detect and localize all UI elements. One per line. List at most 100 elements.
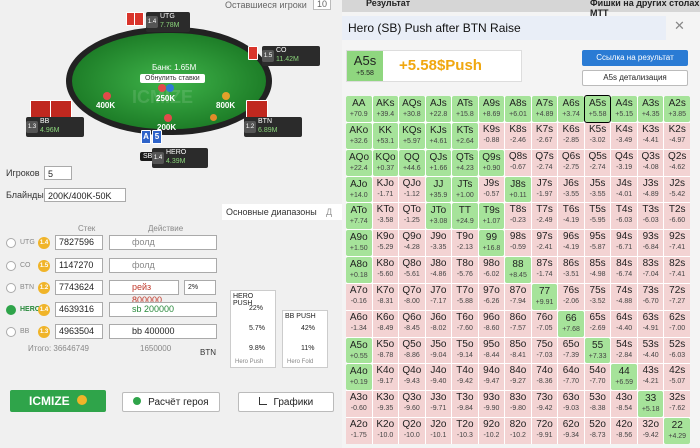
range-cell[interactable]: 76s -2.06 [558,283,584,310]
range-cell[interactable]: A2s +3.85 [664,96,690,122]
range-cell[interactable]: T6o -7.60 [452,310,478,337]
range-cell[interactable]: QTo -1.25 [399,203,425,230]
range-cell[interactable]: K2o -10.0 [372,418,399,444]
range-cell[interactable]: Q4o -9.43 [399,364,425,391]
range-cell[interactable]: T9o -2.13 [452,230,478,257]
btn-range-pct[interactable]: 2% [184,280,216,295]
range-cell[interactable]: JTo +3.08 [425,203,452,230]
range-cell[interactable]: K3o -9.35 [372,391,399,418]
range-cell[interactable]: T2s -6.60 [664,203,690,230]
range-cell[interactable]: T4s -6.03 [611,203,637,230]
range-cell[interactable]: K6o -8.49 [372,310,399,337]
range-cell[interactable]: 55 +7.33 [584,337,611,364]
range-cell[interactable]: T6s -4.19 [558,203,584,230]
player-stack-input[interactable]: 7743624 [55,280,103,295]
range-cell[interactable]: A4o +0.19 [346,364,372,391]
range-cell[interactable]: J3s -4.89 [637,176,664,203]
range-cell[interactable]: J5o -9.04 [425,337,452,364]
range-cell[interactable]: 98o -6.02 [478,257,505,283]
player-action-select[interactable]: фолд [109,235,217,250]
calc-hero-button[interactable]: Расчёт героя [122,392,220,412]
range-cell[interactable]: J4o -9.40 [425,364,452,391]
range-cell[interactable]: J2o -10.1 [425,418,452,444]
blinds-select[interactable]: 200K/400K-50K [44,188,126,202]
range-cell[interactable]: 97s -2.41 [531,230,558,257]
range-cell[interactable]: Q9o -4.28 [399,230,425,257]
range-cell[interactable]: ATs +15.8 [452,96,478,122]
range-cell[interactable]: K4o -9.17 [372,364,399,391]
player-action-select[interactable]: фолд [109,258,217,273]
range-cell[interactable]: QQ +44.6 [399,149,425,176]
range-cell[interactable]: T9s +1.07 [478,203,505,230]
range-cell[interactable]: TT +24.9 [452,203,478,230]
range-cell[interactable]: 54s -2.84 [611,337,637,364]
range-cell[interactable]: T7s -2.49 [531,203,558,230]
range-cell[interactable]: QJs +1.66 [425,149,452,176]
range-cell[interactable]: KK +53.1 [372,122,399,149]
player-radio[interactable] [6,305,16,315]
range-cell[interactable]: K8s -2.46 [505,122,531,149]
range-cell[interactable]: JTs +1.00 [452,176,478,203]
range-cell[interactable]: 84o -9.27 [505,364,531,391]
range-cell[interactable]: Q3s -4.08 [637,149,664,176]
range-cell[interactable]: A7o -0.16 [346,283,372,310]
reset-bets-button[interactable]: Обнулить ставки [140,74,205,83]
player-stack-input[interactable]: 1147270 [55,258,103,273]
range-cell[interactable]: J6s -3.55 [558,176,584,203]
range-cell[interactable]: J9s -0.57 [478,176,505,203]
range-cell[interactable]: A9s +8.69 [478,96,505,122]
range-cell[interactable]: 77 +9.91 [531,283,558,310]
result-link-button[interactable]: Ссылка на результат [582,50,688,66]
range-cell[interactable]: 44 +6.59 [611,364,637,391]
range-cell[interactable]: K7s -2.67 [531,122,558,149]
range-cell[interactable]: 65o -7.39 [558,337,584,364]
range-cell[interactable]: QTs +4.23 [452,149,478,176]
range-cell[interactable]: J4s -4.01 [611,176,637,203]
range-cell[interactable]: K5s -3.02 [584,122,611,149]
range-cell[interactable]: KTs +2.64 [452,122,478,149]
close-icon[interactable]: ✕ [674,18,685,34]
range-cell[interactable]: 83s -7.04 [637,257,664,283]
seat-btn[interactable]: 1.2 BTN 6.89M [244,117,302,137]
range-cell[interactable]: J9o -3.35 [425,230,452,257]
player-action-select[interactable]: bb 400000 [109,324,217,339]
range-cell[interactable]: 93o -9.90 [478,391,505,418]
range-cell[interactable]: Q7o -8.00 [399,283,425,310]
range-cell[interactable]: T4o -9.42 [452,364,478,391]
seat-co[interactable]: 1.5 CO 11.42M [262,46,320,66]
range-cell[interactable]: K8o -5.60 [372,257,399,283]
player-radio[interactable] [6,283,16,293]
tab-main-ranges[interactable]: Основные диапазоны [226,207,317,217]
range-cell[interactable]: AJo +14.0 [346,176,372,203]
range-cell[interactable]: Q5s -2.74 [584,149,611,176]
range-cell[interactable]: ATo +7.74 [346,203,372,230]
range-cell[interactable]: A7s +4.89 [531,96,558,122]
range-cell[interactable]: 53s -4.40 [637,337,664,364]
range-cell[interactable]: 86s -3.51 [558,257,584,283]
range-cell[interactable]: T8o -5.76 [452,257,478,283]
range-cell[interactable]: KQs +5.97 [399,122,425,149]
range-cell[interactable]: A5o +0.55 [346,337,372,364]
range-cell[interactable]: KJs +4.61 [425,122,452,149]
range-cell[interactable]: Q3o -9.60 [399,391,425,418]
tab-extra[interactable]: Д [326,207,332,217]
range-cell[interactable]: KQo +0.37 [372,149,399,176]
range-cell[interactable]: 94o -9.47 [478,364,505,391]
range-cell[interactable]: 82o -10.2 [505,418,531,444]
range-cell[interactable]: 74s -4.88 [611,283,637,310]
range-cell[interactable]: J3o -9.71 [425,391,452,418]
range-cell[interactable]: 22 +4.29 [664,418,690,444]
seat-hero[interactable]: 1.4 HERO 4.39M [152,148,208,168]
range-cell[interactable]: AA +70.9 [346,96,372,122]
range-cell[interactable]: J2s -5.42 [664,176,690,203]
icmize-button[interactable]: ICMIZE [10,390,106,412]
range-cell[interactable]: A9o +1.50 [346,230,372,257]
players-select[interactable]: 5 [44,166,72,180]
range-cell[interactable]: Q2s -4.62 [664,149,690,176]
range-cell[interactable]: 32s -7.62 [664,391,690,418]
range-cell[interactable]: Q5o -8.86 [399,337,425,364]
range-cell[interactable]: 43s -4.21 [637,364,664,391]
range-cell[interactable]: 72o -9.91 [531,418,558,444]
range-cell[interactable]: A3o -0.60 [346,391,372,418]
range-cell[interactable]: 65s -2.69 [584,310,611,337]
